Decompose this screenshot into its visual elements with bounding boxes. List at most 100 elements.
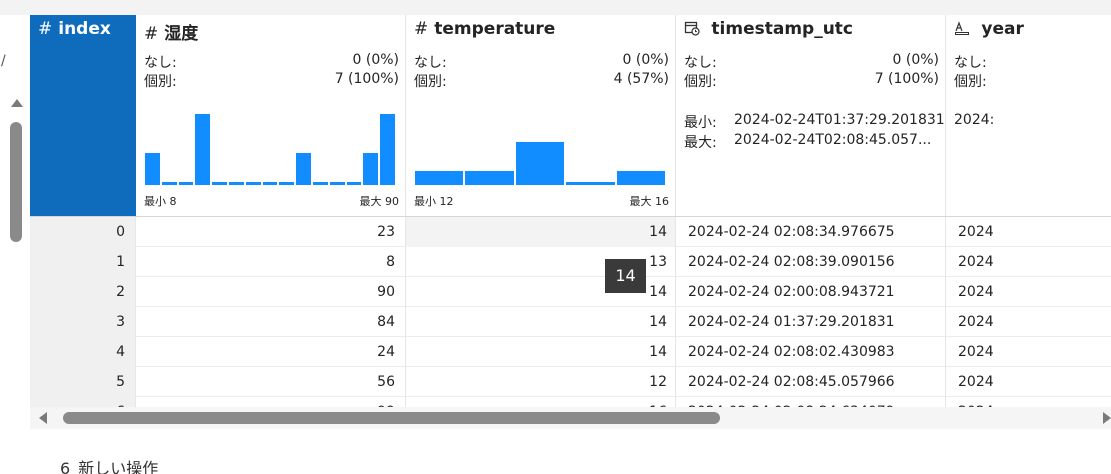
- cell-timestamp[interactable]: 2024-02-24 02:08:24.634079: [676, 397, 946, 407]
- horizontal-scroll-thumb[interactable]: [63, 412, 720, 424]
- cell-year[interactable]: 2024: [946, 277, 1111, 307]
- cell-timestamp[interactable]: 2024-02-24 02:08:45.057966: [676, 367, 946, 397]
- column-title-index: # index: [38, 19, 111, 39]
- histogram-bar[interactable]: [279, 182, 295, 185]
- cell-timestamp[interactable]: 2024-02-24 02:08:02.430983: [676, 337, 946, 367]
- histogram-bar[interactable]: [415, 170, 464, 185]
- histogram-bar[interactable]: [145, 153, 160, 185]
- horizontal-scrollbar[interactable]: [30, 407, 1111, 429]
- cell-humidity[interactable]: 24: [136, 337, 406, 367]
- cell-temperature[interactable]: 14: [406, 307, 676, 337]
- histogram-bar[interactable]: [329, 182, 345, 185]
- cell-timestamp[interactable]: 2024-02-24 02:08:34.976675: [676, 217, 946, 247]
- column-header-humidity[interactable]: # 湿度 なし: 0 (0%) 個別: 7 (100%) 最小 8 最大 90: [136, 15, 406, 216]
- stat-none: なし: 0 (0%): [144, 52, 399, 71]
- cell-timestamp[interactable]: 2024-02-24 01:37:29.201831: [676, 307, 946, 337]
- histogram-bar[interactable]: [229, 182, 244, 185]
- stat-none: なし: 0 (0%): [414, 52, 669, 71]
- histogram-bar[interactable]: [346, 182, 362, 185]
- collapse-toggle-icon[interactable]: /: [1, 53, 6, 69]
- new-operations[interactable]: 6 新しい操作: [60, 455, 158, 474]
- cell-temperature[interactable]: 16: [406, 397, 676, 407]
- data-grid: # index # 湿度 なし: 0 (0%) 個別: 7 (100%) 最小 8 …: [30, 15, 1111, 407]
- cell-temperature[interactable]: 12: [406, 367, 676, 397]
- cell-humidity[interactable]: 56: [136, 367, 406, 397]
- cell-year[interactable]: 2024: [946, 217, 1111, 247]
- scroll-up-arrow-icon[interactable]: [11, 99, 23, 107]
- histogram-temperature: [414, 113, 666, 185]
- histogram-bar[interactable]: [380, 114, 395, 185]
- table-row[interactable]: 1 8 13 2024-02-24 02:08:39.090156 2024: [30, 247, 1111, 277]
- stat-distinct: 個別: 7 (100%): [144, 71, 399, 90]
- min-label: 最小 12: [414, 195, 454, 208]
- operations-label: 新しい操作: [78, 459, 159, 474]
- left-gutter: /: [0, 15, 30, 425]
- cell-temperature[interactable]: 14: [406, 337, 676, 367]
- column-header-temperature[interactable]: # temperature なし: 0 (0%) 個別: 4 (57%) 最小 1…: [406, 15, 676, 216]
- column-title-temperature: # temperature: [414, 19, 556, 39]
- cell-temperature[interactable]: 14: [406, 217, 676, 247]
- cell-humidity[interactable]: 99: [136, 397, 406, 407]
- vertical-scroll-thumb[interactable]: [10, 122, 22, 242]
- cell-value-tooltip: 14: [605, 259, 646, 293]
- histogram-bar[interactable]: [296, 153, 311, 185]
- cell-year[interactable]: 2024: [946, 337, 1111, 367]
- cell-year[interactable]: 2024: [946, 247, 1111, 277]
- table-row[interactable]: 2 90 14 2024-02-24 02:00:08.943721 2024: [30, 277, 1111, 307]
- histogram-bar[interactable]: [212, 182, 227, 185]
- scroll-right-arrow-icon[interactable]: [1103, 412, 1111, 424]
- cell-year[interactable]: 2024: [946, 307, 1111, 337]
- histogram-bar[interactable]: [515, 141, 565, 185]
- table-row[interactable]: 5 56 12 2024-02-24 02:08:45.057966 2024: [30, 367, 1111, 397]
- stat-min: 最小: 2024-02-24T01:37:29.201831: [684, 112, 945, 131]
- cell-timestamp[interactable]: 2024-02-24 02:08:39.090156: [676, 247, 946, 277]
- stat-min: 2024:: [954, 112, 995, 128]
- column-title-timestamp: timestamp_utc: [684, 19, 853, 39]
- top-bar: [0, 0, 1111, 15]
- histogram-bar[interactable]: [363, 153, 379, 185]
- column-header-index[interactable]: # index: [30, 15, 136, 216]
- stat-none: なし:: [954, 55, 987, 71]
- histogram-bar[interactable]: [195, 114, 211, 185]
- operations-count: 6: [60, 459, 71, 474]
- cell-index[interactable]: 5: [30, 367, 136, 397]
- cell-index[interactable]: 6: [30, 397, 136, 407]
- column-header-timestamp[interactable]: timestamp_utc なし: 0 (0%) 個別: 7 (100%) 最小…: [676, 15, 946, 216]
- histogram-bar[interactable]: [616, 170, 665, 185]
- table-row[interactable]: 699162024-02-24 02:08:24.6340792024: [30, 397, 1111, 407]
- cell-index[interactable]: 4: [30, 337, 136, 367]
- stat-distinct: 個別: 7 (100%): [684, 71, 939, 90]
- histogram-bar[interactable]: [178, 182, 194, 185]
- scroll-left-arrow-icon[interactable]: [39, 412, 47, 424]
- histogram-humidity: [144, 113, 396, 185]
- cell-year[interactable]: 2024: [946, 367, 1111, 397]
- histogram-bar[interactable]: [313, 182, 328, 185]
- histogram-bar[interactable]: [566, 182, 615, 185]
- cell-humidity[interactable]: 8: [136, 247, 406, 277]
- cell-timestamp[interactable]: 2024-02-24 02:00:08.943721: [676, 277, 946, 307]
- histogram-bar[interactable]: [161, 182, 177, 185]
- cell-index[interactable]: 1: [30, 247, 136, 277]
- cell-year[interactable]: 2024: [946, 397, 1111, 407]
- footer: 6 新しい操作: [0, 429, 1111, 474]
- numeric-type-icon: #: [38, 19, 53, 39]
- numeric-type-icon: #: [414, 19, 429, 39]
- table-row[interactable]: 3 84 14 2024-02-24 01:37:29.201831 2024: [30, 307, 1111, 337]
- histogram-bar[interactable]: [465, 170, 514, 185]
- table-row[interactable]: 0 23 14 2024-02-24 02:08:34.976675 2024: [30, 217, 1111, 247]
- cell-humidity[interactable]: 90: [136, 277, 406, 307]
- histogram-bar[interactable]: [245, 182, 261, 185]
- vertical-scrollbar[interactable]: [8, 95, 24, 245]
- cell-index[interactable]: 3: [30, 307, 136, 337]
- cell-index[interactable]: 2: [30, 277, 136, 307]
- column-header-year[interactable]: year なし: 個別: 2024:: [946, 15, 1111, 216]
- column-title-humidity: # 湿度: [144, 24, 199, 44]
- cell-humidity[interactable]: 23: [136, 217, 406, 247]
- histogram-bar[interactable]: [262, 182, 278, 185]
- calendar-clock-icon: [684, 19, 705, 39]
- stat-none: なし: 0 (0%): [684, 52, 939, 71]
- max-label: 最大 90: [359, 195, 400, 208]
- cell-index[interactable]: 0: [30, 217, 136, 247]
- cell-humidity[interactable]: 84: [136, 307, 406, 337]
- table-row[interactable]: 4 24 14 2024-02-24 02:08:02.430983 2024: [30, 337, 1111, 367]
